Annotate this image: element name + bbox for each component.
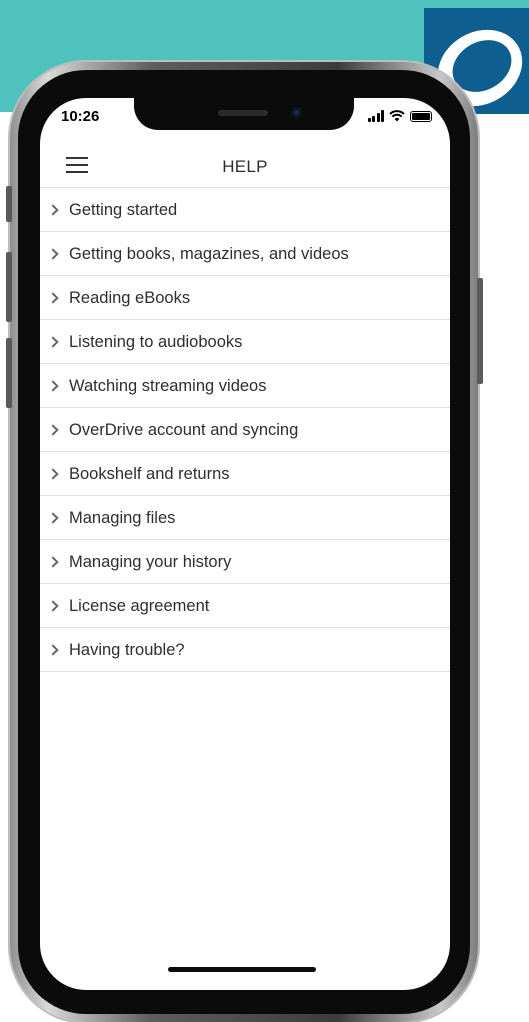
phone-screen: 10:26 HELP Getting started Getting books… [40,98,450,990]
chevron-right-icon [47,292,59,304]
help-item-label: Bookshelf and returns [69,465,230,483]
help-item-managing-files[interactable]: Managing files [40,496,450,540]
help-item-reading-ebooks[interactable]: Reading eBooks [40,276,450,320]
help-item-label: Reading eBooks [69,289,191,307]
help-item-label: Getting books, magazines, and videos [69,245,349,263]
cellular-signal-icon [367,110,384,122]
help-item-label: Having trouble? [69,641,185,659]
help-item-managing-history[interactable]: Managing your history [40,540,450,584]
chevron-right-icon [47,204,59,216]
power-button [477,278,483,384]
chevron-right-icon [47,248,59,260]
help-topic-list: Getting started Getting books, magazines… [40,188,450,672]
help-item-having-trouble[interactable]: Having trouble? [40,628,450,672]
help-item-getting-books[interactable]: Getting books, magazines, and videos [40,232,450,276]
chevron-right-icon [47,512,59,524]
help-item-audiobooks[interactable]: Listening to audiobooks [40,320,450,364]
chevron-right-icon [47,468,59,480]
page-title: HELP [222,157,268,176]
wifi-icon [389,110,405,122]
chevron-right-icon [47,644,59,656]
chevron-right-icon [47,380,59,392]
chevron-right-icon [47,336,59,348]
help-item-bookshelf-returns[interactable]: Bookshelf and returns [40,452,450,496]
help-item-label: License agreement [69,597,210,615]
help-item-streaming-videos[interactable]: Watching streaming videos [40,364,450,408]
volume-up-button [6,252,12,322]
status-icons [367,108,432,122]
help-item-getting-started[interactable]: Getting started [40,188,450,232]
help-item-label: Managing your history [69,553,232,571]
help-item-license-agreement[interactable]: License agreement [40,584,450,628]
chevron-right-icon [47,424,59,436]
chevron-right-icon [47,600,59,612]
app-header: HELP [40,144,450,188]
help-item-label: Getting started [69,201,178,219]
help-item-label: OverDrive account and syncing [69,421,299,439]
status-time: 10:26 [61,108,100,125]
help-item-account-syncing[interactable]: OverDrive account and syncing [40,408,450,452]
mute-switch [6,186,12,222]
volume-down-button [6,338,12,408]
help-item-label: Managing files [69,509,176,527]
battery-icon [410,111,432,122]
battery-level [412,113,430,120]
notch [134,98,354,130]
earpiece-speaker [218,110,268,116]
front-camera [291,107,302,118]
home-indicator[interactable] [168,967,316,972]
chevron-right-icon [47,556,59,568]
help-item-label: Watching streaming videos [69,377,267,395]
help-item-label: Listening to audiobooks [69,333,243,351]
